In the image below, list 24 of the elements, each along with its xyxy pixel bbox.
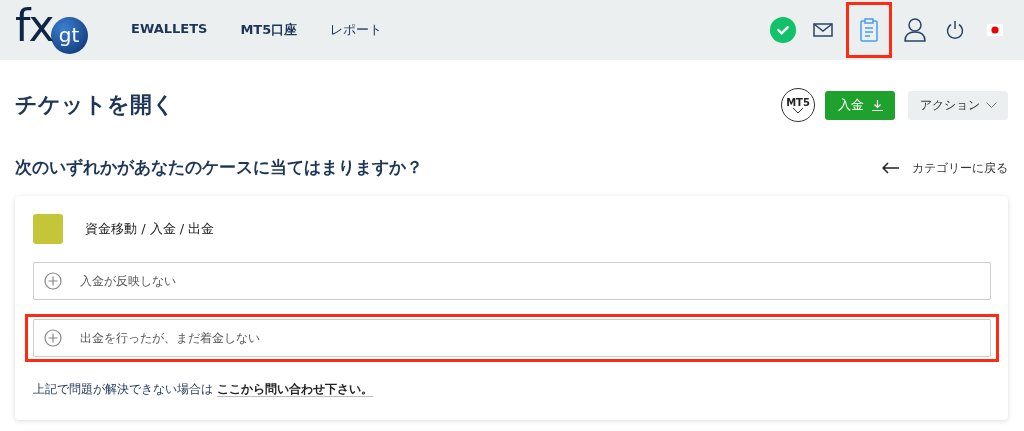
category-title: 資金移動 / 入金 / 出金 — [85, 220, 215, 238]
nav-link[interactable]: EWALLETS — [131, 21, 208, 39]
clipboard-icon[interactable] — [860, 18, 878, 42]
flag-icon[interactable] — [987, 24, 1003, 36]
action-dropdown[interactable]: アクション — [908, 90, 1008, 120]
nav-link[interactable]: MT5口座 — [240, 21, 298, 39]
contact-link[interactable]: ここから問い合わせ下さい。 — [217, 382, 373, 397]
arrow-left-icon — [882, 162, 900, 174]
chevron-down-icon — [793, 108, 803, 113]
back-link[interactable]: カテゴリーに戻る — [882, 159, 1008, 177]
download-icon — [871, 99, 883, 111]
page-title: チケットを開く — [15, 91, 176, 119]
plus-icon — [44, 272, 62, 290]
question-heading: 次のいずれかがあなたのケースに当てはまりますか？ — [15, 157, 424, 179]
mail-icon[interactable] — [813, 23, 833, 37]
check-badge-icon — [769, 15, 797, 45]
plus-icon — [44, 329, 62, 347]
issue-item[interactable]: 出金を行ったが、まだ着金しない — [33, 319, 991, 357]
issue-item[interactable]: 入金が反映しない — [33, 262, 991, 300]
help-text: 上記で問題が解決できない場合は ここから問い合わせ下さい。 — [33, 381, 374, 398]
chevron-down-icon — [985, 102, 997, 108]
nav-link[interactable]: レポート — [330, 21, 383, 39]
power-icon[interactable] — [946, 20, 964, 40]
user-icon[interactable] — [904, 18, 926, 42]
